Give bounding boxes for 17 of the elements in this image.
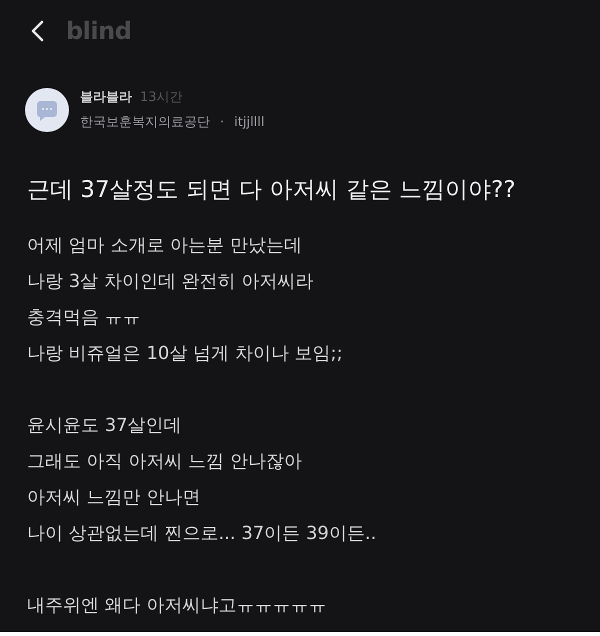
author-name[interactable]: 블라블라 <box>80 88 132 107</box>
post-text-line: 나랑 비쥬얼은 10살 넘게 차이나 보임;; <box>27 342 343 366</box>
post-text-line: 내주위엔 왜다 아저씨냐고ㅠㅠㅠㅠㅠ <box>27 594 326 618</box>
back-icon[interactable] <box>30 20 44 42</box>
post-time: 13시간 <box>140 89 183 107</box>
company-name[interactable]: 한국보훈복지의료공단 <box>80 113 210 132</box>
post-text-line: 그래도 아직 아저씨 느낌 안나잖아 <box>27 450 302 474</box>
post-text-line: 나랑 3살 차이인데 완전히 아저씨라 <box>27 270 314 294</box>
chat-avatar-icon <box>25 88 69 132</box>
separator-dot: · <box>219 114 226 132</box>
post-title: 근데 37살정도 되면 다 아저씨 같은 느낌이야?? <box>27 176 516 205</box>
author-nickname: itjjllll <box>234 114 265 132</box>
post-text-line: 윤시윤도 37살인데 <box>27 414 182 438</box>
post-text-line: 충격먹음 ㅠㅠ <box>27 306 141 330</box>
post-text-line: 어제 엄마 소개로 아는분 만났는데 <box>27 234 302 258</box>
post-text-line: 아저씨 느낌만 안나면 <box>27 486 200 510</box>
post-text-line: 나이 상관없는데 찐으로... 37이든 39이든.. <box>27 522 376 546</box>
